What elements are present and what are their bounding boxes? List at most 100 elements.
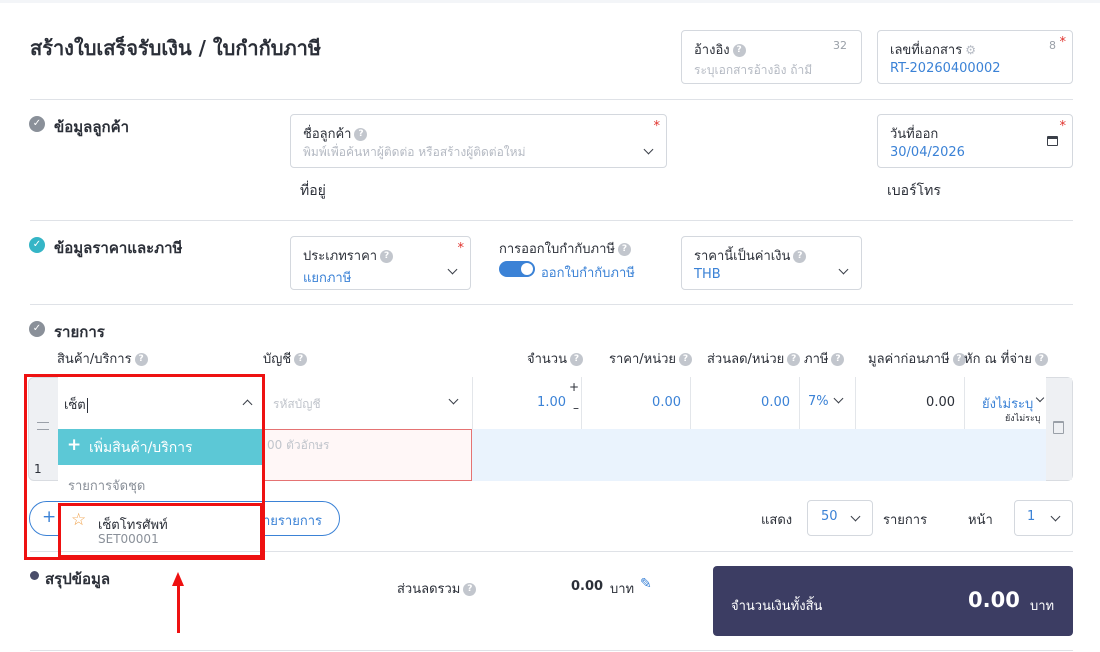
annotation-arrow-head	[172, 572, 184, 586]
discount-cell[interactable]: 0.00	[690, 377, 800, 429]
page-title: สร้างใบเสร็จรับเงิน / ใบกำกับภาษี	[30, 36, 322, 60]
summary-title: สรุปข้อมูล	[45, 570, 111, 588]
issue-date-field[interactable]: วันที่ออก * 30/04/2026	[877, 114, 1073, 168]
quantity-input[interactable]: 1.00	[537, 395, 566, 410]
unit-price-input[interactable]: 0.00	[652, 395, 681, 410]
page-label: หน้า	[968, 513, 993, 528]
chevron-down-icon[interactable]	[1050, 511, 1061, 522]
account-input[interactable]: รหัสบัญชี	[273, 395, 321, 414]
help-icon: ?	[617, 243, 631, 256]
pre-tax-cell: 0.00	[855, 377, 965, 429]
currency-select[interactable]: ราคานี้เป็นค่าเงิน? THB	[681, 236, 862, 290]
column-header-account: บัญชี	[263, 352, 292, 367]
calendar-icon[interactable]	[1047, 136, 1058, 146]
help-icon: ?	[134, 353, 148, 366]
chevron-down-icon[interactable]	[833, 393, 844, 404]
help-icon: ?	[1034, 353, 1048, 366]
column-header-discount: ส่วนลด/หน่วย	[707, 352, 785, 367]
edit-icon[interactable]: ✎	[640, 576, 652, 592]
tax-invoice-toggle[interactable]	[499, 261, 535, 277]
column-header-tax: ภาษี	[804, 352, 829, 367]
required-marker: *	[1059, 35, 1067, 50]
chevron-down-icon[interactable]	[448, 394, 459, 405]
tax-value: 7%	[808, 394, 829, 409]
chevron-down-icon[interactable]	[447, 264, 458, 275]
help-icon: ?	[679, 353, 693, 366]
page-size-value: 50	[821, 509, 838, 524]
chevron-down-icon[interactable]	[838, 264, 849, 275]
currency-label: ราคานี้เป็นค่าเงิน	[694, 249, 791, 264]
row-description-area	[472, 429, 1046, 481]
chevron-down-icon[interactable]	[1035, 393, 1045, 403]
column-header-pre-tax: มูลค่าก่อนภาษี	[868, 352, 950, 367]
required-marker: *	[457, 241, 465, 256]
required-marker: *	[1059, 119, 1067, 134]
discount-input[interactable]: 0.00	[761, 395, 790, 410]
discount-total-unit: บาท	[610, 582, 635, 597]
account-select[interactable]: รหัสบัญชี	[262, 377, 473, 429]
help-icon: ?	[380, 250, 394, 263]
doc-number-label: เลขที่เอกสาร	[890, 43, 963, 58]
help-icon: ?	[831, 353, 845, 366]
issue-date-input[interactable]: 30/04/2026	[890, 145, 965, 160]
check-icon: ✓	[29, 321, 45, 337]
gear-icon[interactable]: ⚙	[965, 43, 976, 57]
grand-total-value: 0.00	[968, 588, 1020, 612]
help-icon: ?	[793, 250, 807, 263]
issue-date-label: วันที่ออก	[890, 127, 939, 142]
increment-icon[interactable]: +	[569, 380, 579, 394]
bullet-icon	[30, 571, 39, 580]
discount-total-value: 0.00	[571, 579, 604, 594]
grand-total-unit: บาท	[1030, 599, 1055, 614]
customer-label: ชื่อลูกค้า	[303, 127, 352, 142]
reference-input[interactable]: ระบุเอกสารอ้างอิง ถ้ามี	[694, 61, 812, 80]
help-icon: ?	[570, 353, 583, 366]
check-icon: ✓	[29, 116, 45, 132]
reference-field[interactable]: อ้างอิง? 32 ระบุเอกสารอ้างอิง ถ้ามี	[681, 30, 862, 84]
help-icon: ?	[463, 583, 477, 596]
divider	[30, 304, 1073, 305]
help-icon: ?	[294, 353, 308, 366]
divider	[30, 99, 1073, 100]
check-icon: ✓	[29, 237, 45, 253]
doc-number-counter: 8	[1049, 39, 1056, 52]
column-header-unit-price: ราคา/หน่วย	[609, 352, 677, 367]
customer-section-title: ข้อมูลลูกค้า	[54, 118, 130, 136]
withholding-select[interactable]: ยังไม่ระบุ ยังไม่ระบุ	[964, 377, 1046, 429]
page-value: 1	[1027, 509, 1036, 524]
column-header-quantity: จำนวน	[527, 352, 567, 367]
quantity-stepper[interactable]: 1.00 + –	[472, 377, 582, 429]
grand-total-panel: จำนวนเงินทั้งสิ้น 0.00 บาท	[713, 566, 1073, 636]
show-label: แสดง	[761, 513, 793, 528]
price-type-label: ประเภทราคา	[303, 249, 378, 264]
trash-icon[interactable]	[1053, 421, 1064, 434]
page-select[interactable]: 1	[1014, 500, 1073, 536]
tax-invoice-label: การออกใบกำกับภาษี	[499, 242, 615, 257]
customer-search-input[interactable]: พิมพ์เพื่อค้นหาผู้ติดต่อ หรือสร้างผู้ติด…	[303, 143, 526, 162]
address-label: ที่อยู่	[300, 183, 326, 199]
chevron-down-icon[interactable]	[850, 511, 861, 522]
help-icon: ?	[787, 353, 801, 366]
price-type-select[interactable]: ประเภทราคา? * แยกภาษี	[290, 236, 471, 290]
customer-select[interactable]: ชื่อลูกค้า? * พิมพ์เพื่อค้นหาผู้ติดต่อ ห…	[290, 114, 667, 168]
chevron-down-icon[interactable]	[643, 144, 654, 155]
currency-value: THB	[694, 267, 721, 282]
page-size-select[interactable]: 50	[807, 500, 873, 536]
rows-label: รายการ	[883, 513, 928, 528]
withholding-sub: ยังไม่ระบุ	[1005, 414, 1041, 424]
tax-select[interactable]: 7%	[799, 377, 856, 429]
add-line-label: ายรายการ	[263, 514, 322, 529]
toggle-knob	[521, 263, 533, 275]
price-type-value: แยกภาษี	[303, 271, 352, 286]
reference-counter: 32	[833, 39, 847, 52]
unit-price-cell[interactable]: 0.00	[581, 377, 691, 429]
discount-total-label: ส่วนลดรวม	[397, 582, 461, 597]
doc-number-field[interactable]: เลขที่เอกสาร ⚙ 8 * RT-20260400002	[877, 30, 1073, 84]
decrement-icon[interactable]: –	[573, 401, 579, 415]
grand-total-label: จำนวนเงินทั้งสิ้น	[731, 599, 823, 614]
help-icon: ?	[732, 44, 746, 57]
description-input[interactable]: 00 ตัวอักษร	[262, 429, 472, 481]
doc-number-input[interactable]: RT-20260400002	[890, 61, 1001, 76]
column-header-withholding: หัก ณ ที่จ่าย	[964, 352, 1032, 367]
annotation-box	[58, 503, 263, 558]
